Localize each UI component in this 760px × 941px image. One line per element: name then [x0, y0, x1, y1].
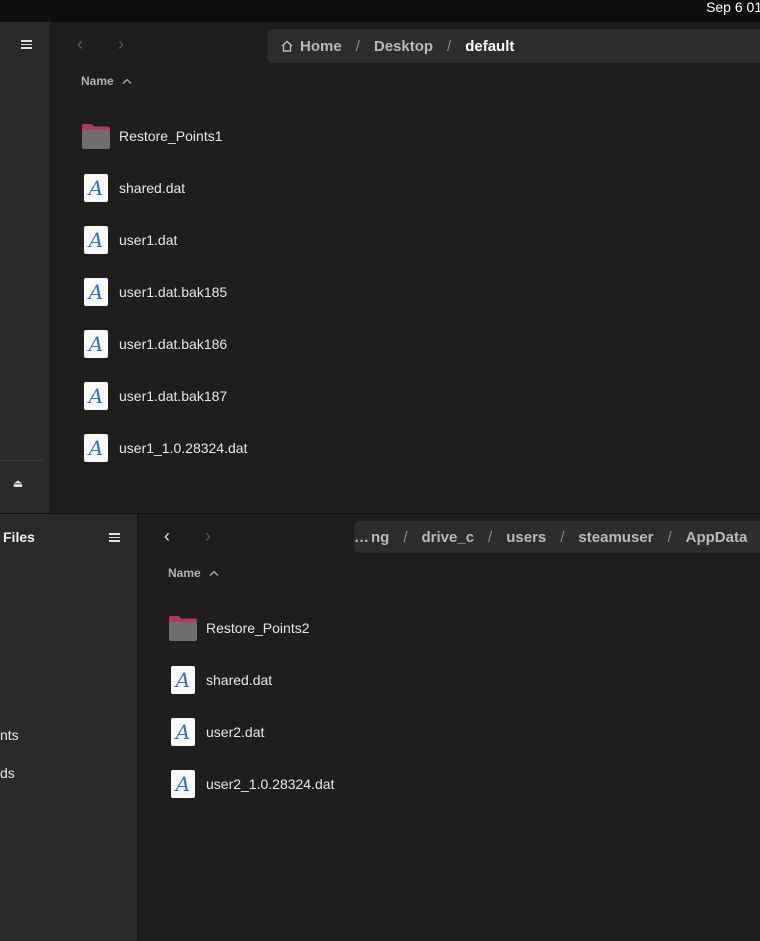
sidebar-menu-button[interactable] [20, 38, 34, 50]
text-file-icon: A [84, 174, 108, 202]
column-header-label: Name [81, 74, 114, 88]
file-name: user1.dat.bak187 [119, 388, 228, 404]
home-icon [280, 39, 294, 53]
breadcrumb-separator: / [560, 528, 565, 546]
back-button[interactable]: ‹ [155, 525, 179, 547]
file-row[interactable]: Auser1.dat.bak185 [81, 266, 227, 318]
breadcrumb-overflow[interactable]: … [354, 529, 369, 546]
chevron-left-icon: ‹ [164, 526, 170, 546]
file-name: shared.dat [206, 672, 273, 688]
back-button[interactable]: ‹ [68, 33, 92, 55]
folder-row[interactable]: Restore_Points2 [168, 602, 310, 654]
chevron-right-icon: › [118, 34, 124, 54]
file-row[interactable]: Auser1_1.0.28324.dat [81, 422, 247, 474]
top-bar: Sep 6 01: [0, 0, 760, 22]
file-name: user1_1.0.28324.dat [119, 440, 248, 456]
sidebar-item-documents[interactable]: nts [0, 727, 19, 743]
sidebar: ⏏ [0, 22, 51, 513]
breadcrumb-separator: / [488, 528, 493, 546]
text-file-icon: A [171, 770, 195, 798]
file-name: shared.dat [119, 180, 186, 196]
breadcrumb-item[interactable]: steamuser [578, 529, 653, 546]
text-file-icon: A [84, 278, 108, 306]
sidebar-divider [0, 460, 45, 461]
breadcrumb-home[interactable]: Home [300, 38, 342, 55]
breadcrumb-item[interactable]: drive_c [422, 529, 475, 546]
file-row[interactable]: Ashared.dat [168, 654, 272, 706]
main-pane: ‹ › Home / Desktop / default Name Restor… [51, 22, 760, 513]
sidebar-menu-button[interactable] [108, 531, 122, 543]
breadcrumb-item[interactable]: users [506, 529, 546, 546]
file-row[interactable]: Ashared.dat [81, 162, 185, 214]
file-row[interactable]: Auser2_1.0.28324.dat [168, 758, 334, 810]
chevron-right-icon: › [205, 526, 211, 546]
file-row[interactable]: Auser1.dat.bak186 [81, 318, 227, 370]
breadcrumb-separator: / [403, 528, 408, 546]
file-name: user2_1.0.28324.dat [206, 776, 335, 792]
column-header-name[interactable]: Name [81, 74, 132, 88]
sidebar: Files nts ds [0, 514, 138, 941]
text-file-icon: A [84, 330, 108, 358]
file-name: user1.dat.bak185 [119, 284, 228, 300]
path-bar: … ng / drive_c / users / steamuser / App… [354, 521, 760, 553]
text-file-icon: A [84, 382, 108, 410]
main-pane: ‹ › … ng / drive_c / users / steamuser /… [138, 514, 760, 941]
text-file-icon: A [84, 434, 108, 462]
breadcrumb-separator: / [355, 37, 360, 55]
file-name: Restore_Points2 [206, 620, 310, 636]
sort-ascending-icon [209, 570, 219, 576]
file-row[interactable]: Auser1.dat [81, 214, 177, 266]
hamburger-icon [20, 40, 34, 52]
forward-button[interactable]: › [196, 525, 220, 547]
file-name: user2.dat [206, 724, 265, 740]
file-name: user1.dat.bak186 [119, 336, 228, 352]
file-name: user1.dat [119, 232, 178, 248]
breadcrumb-desktop[interactable]: Desktop [374, 38, 433, 55]
file-row[interactable]: Auser1.dat.bak187 [81, 370, 227, 422]
sort-ascending-icon [122, 78, 132, 84]
breadcrumb-item[interactable]: AppData [686, 529, 748, 546]
forward-button[interactable]: › [109, 33, 133, 55]
path-bar: Home / Desktop / default [267, 29, 760, 63]
folder-icon [82, 124, 110, 149]
text-file-icon: A [84, 226, 108, 254]
column-header-label: Name [168, 566, 201, 580]
text-file-icon: A [171, 718, 195, 746]
folder-icon [169, 616, 197, 641]
breadcrumb-separator: / [447, 37, 452, 55]
file-name: Restore_Points1 [119, 128, 223, 144]
folder-row[interactable]: Restore_Points1 [81, 110, 223, 162]
file-manager-window-2: Files nts ds ‹ › … ng / drive_c / users … [0, 513, 760, 941]
clock[interactable]: Sep 6 01: [706, 0, 760, 22]
sidebar-item-downloads[interactable]: ds [0, 765, 15, 781]
eject-icon[interactable]: ⏏ [11, 477, 25, 491]
file-manager-window-1: ⏏ ‹ › Home / Desktop / default Name Rest… [0, 22, 760, 513]
breadcrumb-item[interactable]: ng [371, 529, 389, 546]
file-row[interactable]: Auser2.dat [168, 706, 264, 758]
breadcrumb-default[interactable]: default [465, 38, 514, 55]
breadcrumb-separator: / [667, 528, 672, 546]
hamburger-icon [108, 533, 122, 545]
text-file-icon: A [171, 666, 195, 694]
app-title: Files [3, 529, 35, 545]
chevron-left-icon: ‹ [77, 34, 83, 54]
column-header-name[interactable]: Name [168, 566, 219, 580]
